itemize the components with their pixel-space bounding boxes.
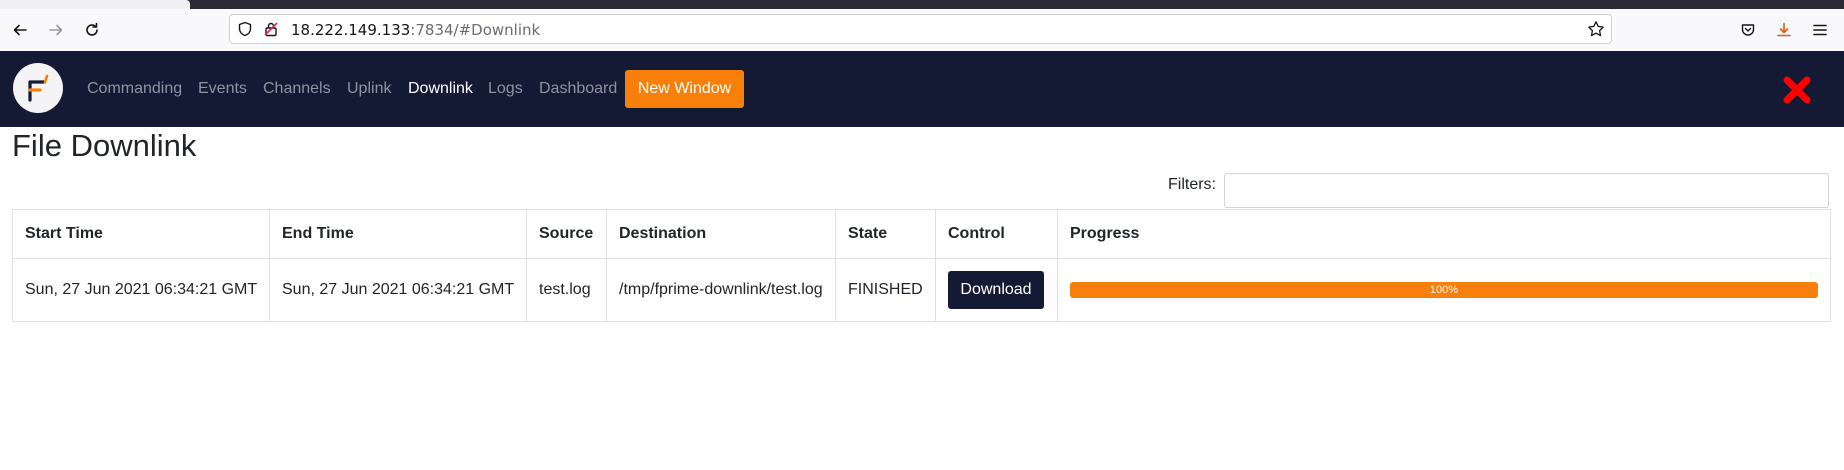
header-start-time[interactable]: Start Time — [12, 209, 270, 259]
url-host: 18.222.149.133 — [291, 21, 411, 39]
progress-fill: 100% — [1070, 282, 1818, 298]
app-navbar: Commanding Events Channels Uplink Downli… — [0, 51, 1844, 127]
header-progress[interactable]: Progress — [1057, 209, 1831, 259]
nav-channels[interactable]: Channels — [263, 80, 331, 98]
nav-downlink[interactable]: Downlink — [408, 80, 473, 98]
browser-toolbar: 18.222.149.133:7834/#Downlink — [0, 9, 1844, 52]
forward-icon[interactable] — [44, 18, 68, 42]
address-bar[interactable]: 18.222.149.133:7834/#Downlink — [229, 14, 1612, 44]
bookmark-star-icon[interactable] — [1587, 20, 1605, 43]
nav-events[interactable]: Events — [198, 80, 247, 98]
cell-control: Download — [935, 258, 1058, 322]
insecure-lock-icon[interactable] — [263, 21, 279, 42]
header-source[interactable]: Source — [526, 209, 607, 259]
filters-label: Filters: — [1168, 176, 1216, 193]
url-text[interactable]: 18.222.149.133:7834/#Downlink — [291, 21, 540, 39]
reload-icon[interactable] — [80, 18, 104, 42]
menu-icon[interactable] — [1808, 18, 1832, 42]
cell-destination: /tmp/fprime-downlink/test.log — [606, 258, 836, 322]
shield-icon[interactable] — [237, 21, 253, 42]
cell-start-time: Sun, 27 Jun 2021 06:34:21 GMT — [12, 258, 270, 322]
browser-tab-strip — [0, 0, 1844, 9]
fprime-logo[interactable] — [13, 63, 63, 113]
logo-icon — [28, 74, 49, 102]
download-icon[interactable] — [1772, 18, 1796, 42]
nav-dashboard[interactable]: Dashboard — [539, 80, 617, 98]
nav-logs[interactable]: Logs — [488, 80, 523, 98]
header-state[interactable]: State — [835, 209, 936, 259]
nav-uplink[interactable]: Uplink — [347, 80, 391, 98]
downlink-table: Start Time End Time Source Destination S… — [12, 209, 1831, 322]
cell-state: FINISHED — [835, 258, 936, 322]
download-button[interactable]: Download — [948, 271, 1044, 309]
header-end-time[interactable]: End Time — [269, 209, 527, 259]
page-title: File Downlink — [12, 128, 197, 163]
pocket-icon[interactable] — [1736, 18, 1760, 42]
browser-tab[interactable] — [0, 0, 190, 9]
table-header-row: Start Time End Time Source Destination S… — [12, 209, 1831, 259]
red-x-icon[interactable] — [1782, 75, 1812, 105]
filter-input[interactable] — [1224, 173, 1829, 208]
back-icon[interactable] — [8, 18, 32, 42]
cell-end-time: Sun, 27 Jun 2021 06:34:21 GMT — [269, 258, 527, 322]
header-control[interactable]: Control — [935, 209, 1058, 259]
header-destination[interactable]: Destination — [606, 209, 836, 259]
progress-bar: 100% — [1070, 282, 1818, 298]
table-row: Sun, 27 Jun 2021 06:34:21 GMT Sun, 27 Ju… — [12, 258, 1831, 322]
cell-progress: 100% — [1057, 258, 1831, 322]
new-window-button[interactable]: New Window — [625, 70, 744, 108]
nav-commanding[interactable]: Commanding — [87, 80, 182, 98]
cell-source: test.log — [526, 258, 607, 322]
url-path: :7834/#Downlink — [410, 21, 541, 39]
